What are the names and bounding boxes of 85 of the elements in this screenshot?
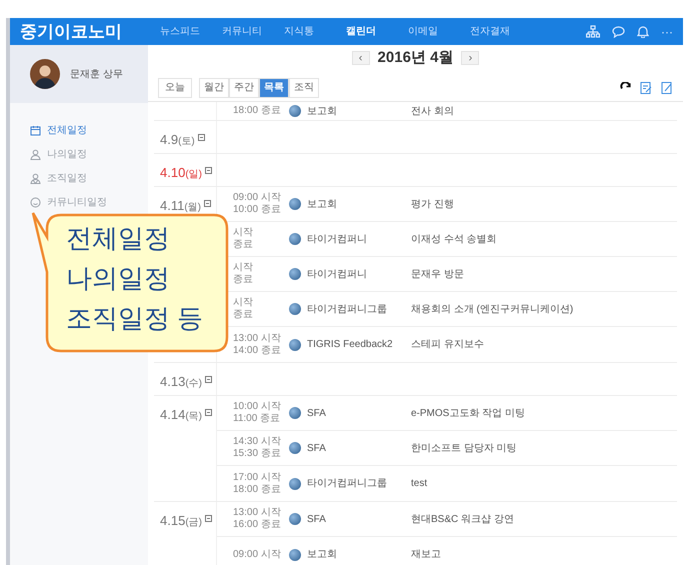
add-event-icon[interactable] — [198, 134, 205, 141]
previous-month-button[interactable]: ‹ — [352, 51, 370, 65]
start-time: 10:00 시작 — [233, 401, 282, 413]
event-title[interactable]: 전사 회의 — [411, 104, 454, 118]
next-month-button[interactable]: › — [461, 51, 480, 65]
end-time: 11:00 종료 — [233, 413, 282, 425]
end-time: 종료 — [233, 274, 254, 286]
start-time: 13:00 시작 — [233, 507, 282, 519]
app-logo[interactable]: 중기이코노미 — [20, 18, 160, 44]
user-name: 문재훈 상무 — [70, 68, 123, 82]
start-time: 시작 — [233, 262, 254, 274]
add-event-icon[interactable] — [204, 515, 212, 522]
callout-text: 조직일정 등 — [66, 302, 204, 335]
event-group: SFA — [307, 440, 326, 456]
callout-text: 전체일정 — [66, 222, 171, 255]
today-button[interactable]: 오늘 — [158, 78, 192, 98]
start-time: 13:00 시작 — [233, 332, 282, 344]
event-title[interactable]: 현대BS&C 워크샵 강연 — [411, 512, 514, 526]
view-tab[interactable]: 월간 — [199, 78, 229, 98]
event-title[interactable]: 스테피 유지보수 — [411, 337, 484, 352]
start-time: 17:00 시작 — [233, 472, 282, 484]
nav-tab[interactable]: 전자결재 — [470, 24, 528, 39]
end-time: 종료 — [233, 239, 254, 251]
start-time: 시작 — [233, 297, 254, 309]
callout-text: 나의일정 — [66, 262, 171, 295]
event-group: 보고회 — [307, 547, 337, 562]
end-time: 14:00 종료 — [233, 344, 282, 356]
sidebar-item[interactable]: 전체일정 — [47, 123, 87, 138]
end-time: 18:00 종료 — [233, 484, 282, 496]
date-label: 4.14(목) — [160, 406, 202, 424]
nav-tab[interactable]: 지식통 — [284, 24, 342, 39]
event-title[interactable]: test — [411, 476, 428, 491]
date-label: 4.13(수) — [160, 373, 202, 391]
event-group: 보고회 — [307, 196, 337, 212]
event-group: TIGRIS Feedback2 — [307, 337, 393, 352]
more-button[interactable]: ··· — [661, 22, 673, 40]
date-label: 4.9(토) — [160, 131, 195, 149]
view-tab[interactable]: 목록 — [259, 78, 289, 98]
view-tab[interactable]: 주간 — [229, 78, 259, 98]
nav-tab[interactable]: 뉴스피드 — [160, 24, 218, 39]
add-event-icon[interactable] — [204, 409, 212, 416]
event-title[interactable]: 한미소프트 담당자 미팅 — [411, 440, 517, 456]
chat-icon[interactable] — [612, 26, 625, 38]
date-label: 4.11(월) — [160, 197, 202, 215]
people-icon — [30, 173, 41, 184]
add-event-icon[interactable] — [204, 376, 212, 383]
nav-tab[interactable]: 이메일 — [408, 24, 466, 39]
nav-tab[interactable]: 커뮤니티 — [222, 24, 280, 39]
end-time: 18:00 종료 — [233, 105, 282, 117]
avatar-icon — [30, 59, 60, 89]
event-title[interactable]: 재보고 — [411, 547, 441, 562]
add-event-icon[interactable] — [204, 200, 212, 207]
end-time: 종료 — [233, 309, 254, 321]
event-title[interactable]: 이재성 수석 송별회 — [411, 232, 497, 246]
person-icon — [30, 149, 41, 160]
event-title[interactable]: 채용회의 소개 (엔진구커뮤니케이션) — [411, 302, 574, 316]
end-time: 15:30 종료 — [233, 448, 282, 460]
smiley-icon — [30, 197, 41, 208]
end-time: 16:00 종료 — [233, 519, 282, 531]
org-chart-icon[interactable] — [586, 25, 600, 38]
bell-icon[interactable] — [637, 25, 649, 38]
start-time: 시작 — [233, 227, 254, 239]
nav-tab[interactable]: 캘린더 — [346, 24, 404, 39]
view-tab[interactable]: 조직 — [289, 78, 319, 98]
edit-icon[interactable] — [661, 81, 673, 94]
note-edit-icon[interactable] — [640, 81, 652, 94]
event-title[interactable]: 평가 진행 — [411, 196, 454, 212]
end-time: 10:00 종료 — [233, 204, 282, 216]
calendar-icon — [30, 125, 41, 136]
month-title: 2016년 4월 — [378, 48, 454, 68]
add-event-icon[interactable] — [204, 167, 212, 174]
event-title[interactable]: e-PMOS고도화 작업 미팅 — [411, 406, 525, 420]
event-title[interactable]: 문재우 방문 — [411, 266, 464, 282]
start-time: 14:30 시작 — [233, 436, 282, 448]
date-label: 4.10(일) — [160, 164, 202, 182]
event-group: 타이거컴퍼니그룹 — [307, 302, 387, 316]
event-group: 타이거컴퍼니그룹 — [307, 476, 387, 491]
start-time: 09:00 시작 — [233, 192, 282, 204]
start-time: 09:00 시작 — [233, 548, 282, 560]
event-group: 타이거컴퍼니 — [307, 266, 367, 282]
event-group: 타이거컴퍼니 — [307, 232, 367, 246]
date-label: 4.15(금) — [160, 512, 202, 530]
event-group: SFA — [307, 406, 326, 420]
event-group: SFA — [307, 512, 326, 526]
event-group: 보고회 — [307, 104, 337, 118]
